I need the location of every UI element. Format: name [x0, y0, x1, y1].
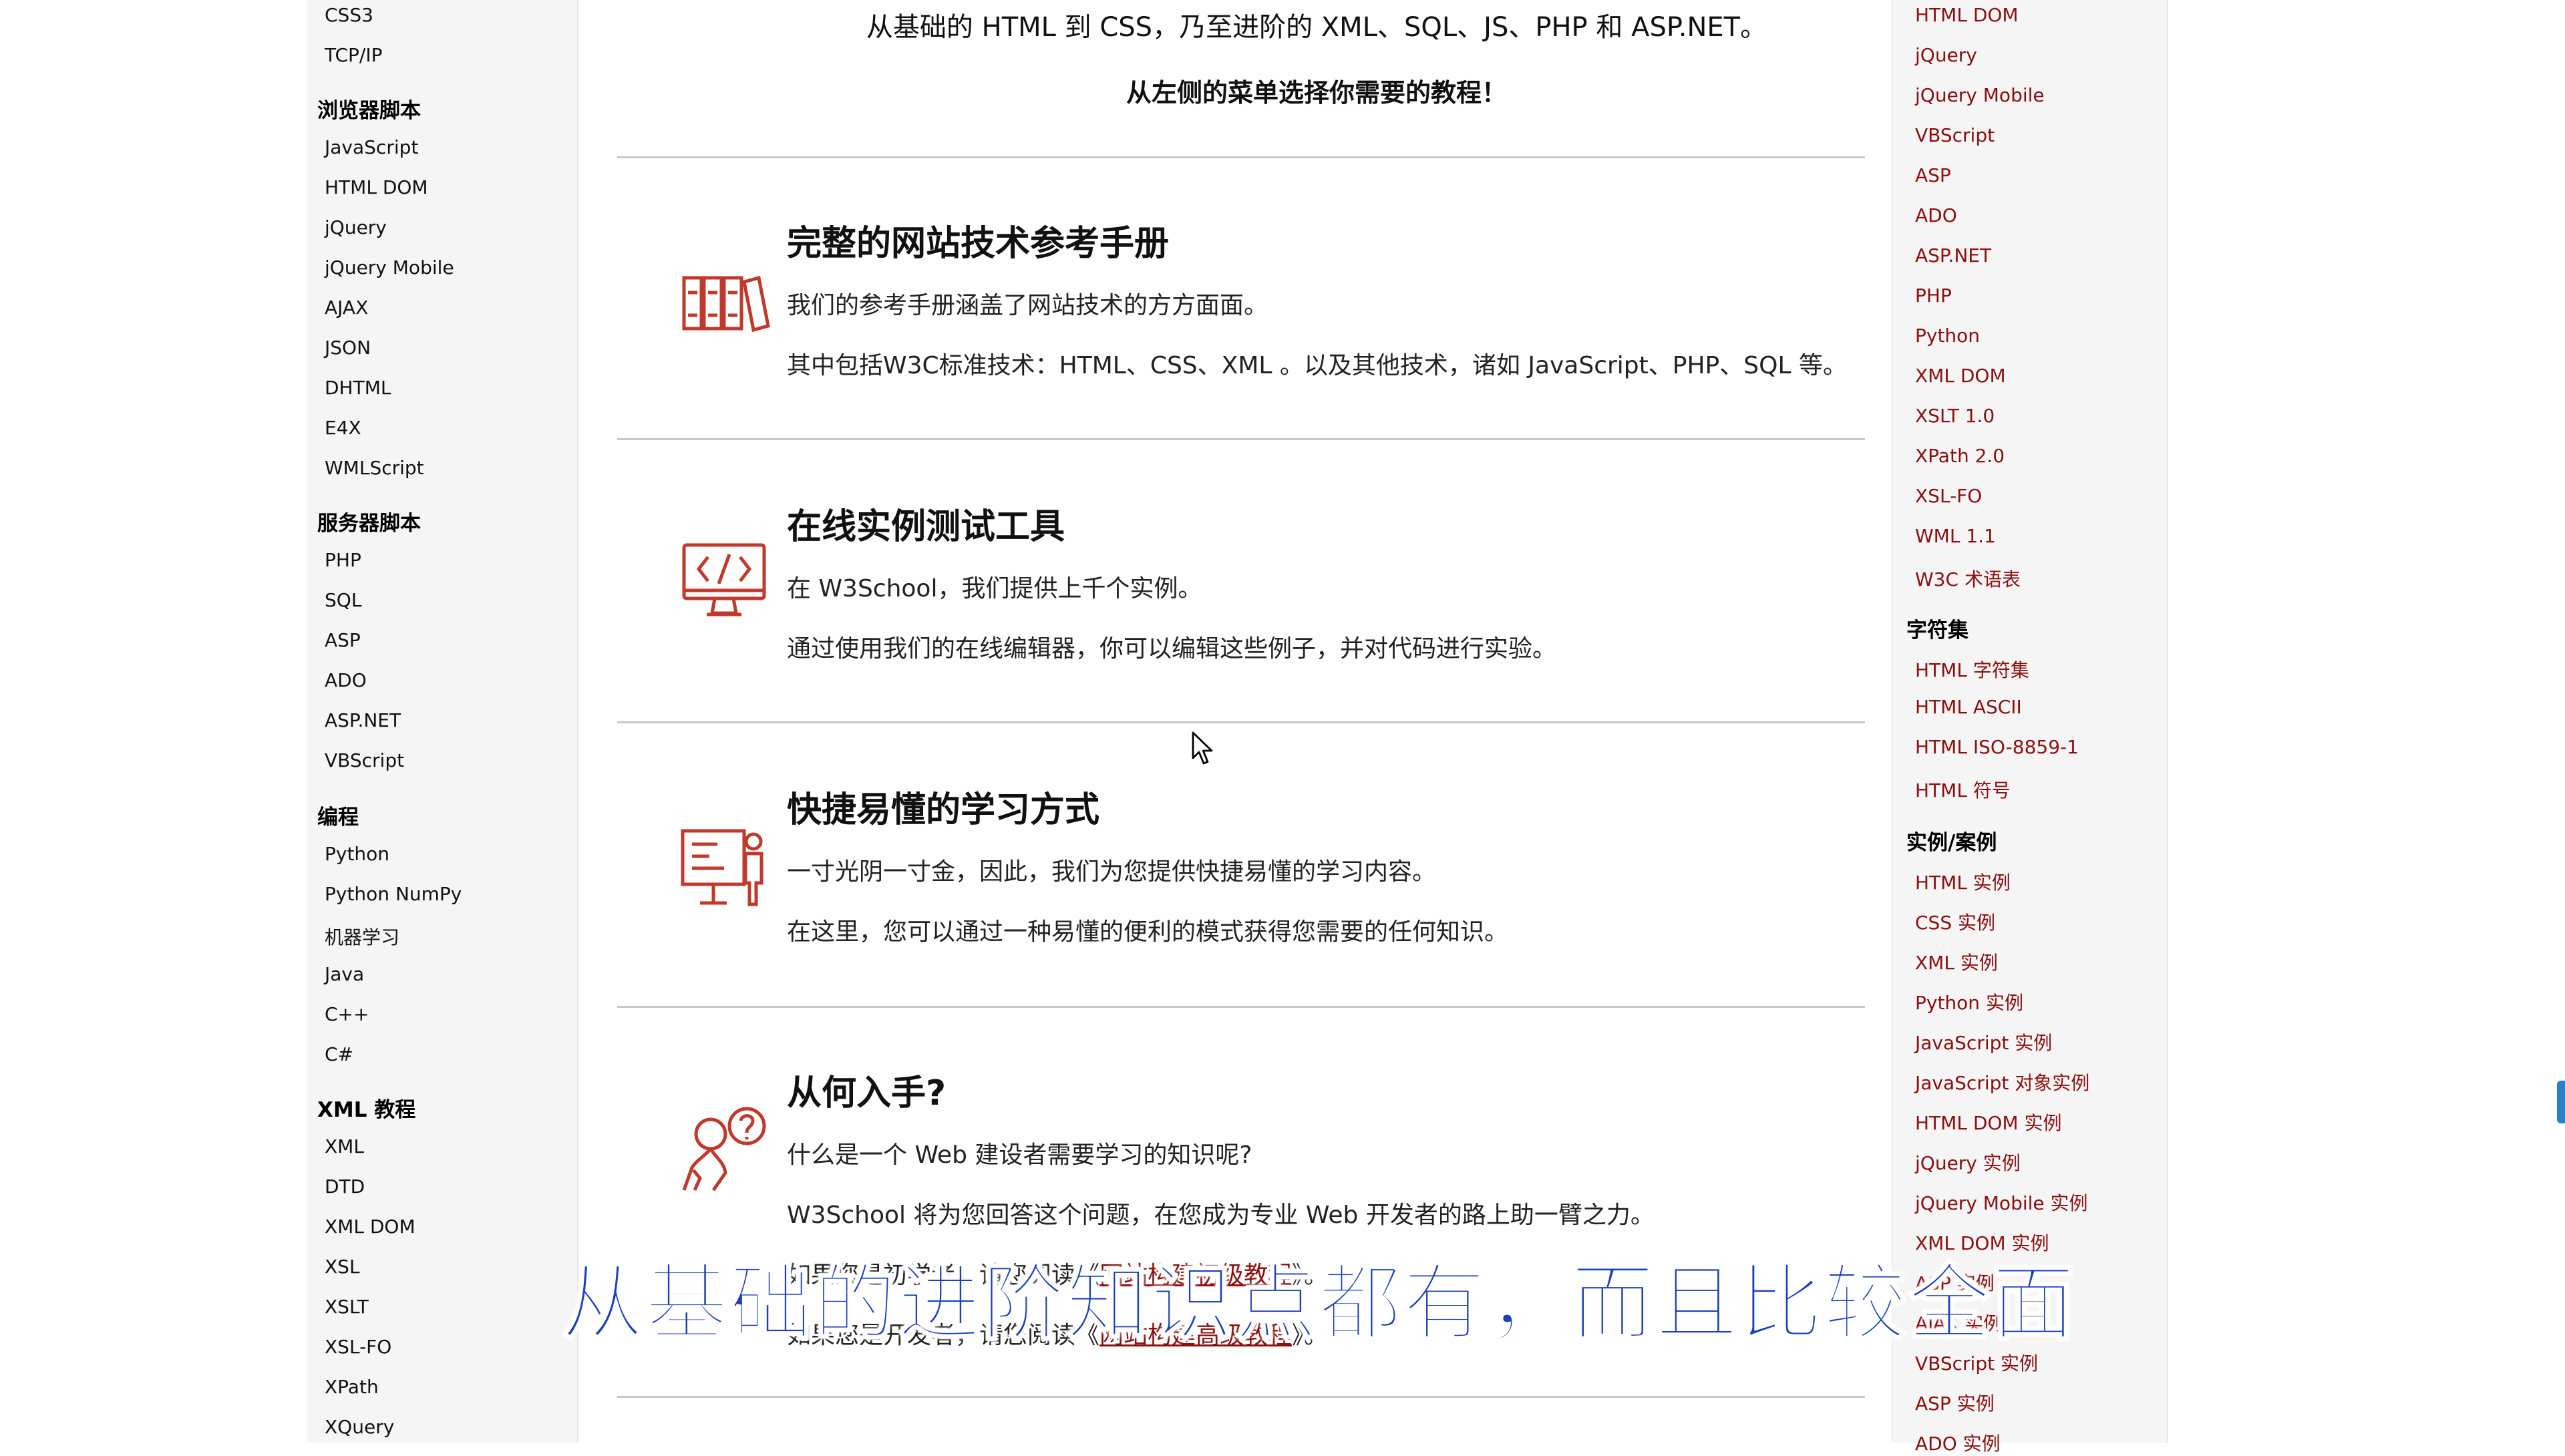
- sidebar-link[interactable]: XML: [325, 1135, 364, 1157]
- section-text: 我们的参考手册涵盖了网站技术的方方面面。: [787, 292, 1268, 319]
- divider: [617, 1396, 1865, 1398]
- sidebar-link[interactable]: JSON: [325, 337, 371, 359]
- sidebar-link[interactable]: jQuery Mobile 实例: [1915, 1189, 2088, 1216]
- divider: [617, 721, 1865, 723]
- sidebar-link[interactable]: XPath 2.0: [1915, 445, 2005, 467]
- sidebar-link[interactable]: HTML DOM: [325, 176, 428, 198]
- main-content: 从基础的 HTML 到 CSS，乃至进阶的 XML、SQL、JS、PHP 和 A…: [577, 0, 1892, 1443]
- books-icon: [682, 275, 770, 333]
- section-title: 在线实例测试工具: [787, 507, 1065, 547]
- sidebar-link[interactable]: ADO: [325, 669, 367, 691]
- sidebar-link[interactable]: HTML ISO-8859-1: [1915, 736, 2079, 758]
- sidebar-link[interactable]: jQuery Mobile: [1915, 84, 2045, 106]
- video-subtitle: 从基础的进阶知识点都有，而且比较全面: [560, 1255, 2077, 1353]
- sidebar-link[interactable]: XSLT 1.0: [1915, 405, 1995, 427]
- sidebar-link[interactable]: WML 1.1: [1915, 525, 1996, 547]
- sidebar-heading: XML 教程: [317, 1098, 416, 1122]
- section-text: 什么是一个 Web 建设者需要学习的知识呢?: [787, 1141, 1252, 1169]
- sidebar-link[interactable]: AJAX: [325, 297, 368, 319]
- sidebar-link[interactable]: XQuery: [325, 1416, 394, 1438]
- divider: [617, 1006, 1865, 1008]
- sidebar-link[interactable]: jQuery: [325, 216, 387, 238]
- sidebar-link[interactable]: XML 实例: [1915, 948, 1998, 975]
- sidebar-link[interactable]: XML DOM: [1915, 365, 2006, 387]
- section-text: W3School 将为您回答这个问题，在您成为专业 Web 开发者的路上助一臂之…: [787, 1202, 1655, 1229]
- section-text: 通过使用我们的在线编辑器，你可以编辑这些例子，并对代码进行实验。: [787, 635, 1557, 663]
- code-monitor-icon: [682, 543, 766, 616]
- sidebar-link[interactable]: 机器学习: [325, 923, 399, 950]
- sidebar-link[interactable]: jQuery 实例: [1915, 1149, 2021, 1175]
- sidebar-link[interactable]: HTML DOM 实例: [1915, 1109, 2061, 1135]
- sidebar-heading: 编程: [317, 805, 359, 830]
- sidebar-link[interactable]: WMLScript: [325, 457, 424, 479]
- sidebar-link[interactable]: DHTML: [325, 377, 391, 399]
- sidebar-link[interactable]: Python 实例: [1915, 988, 2023, 1015]
- sidebar-link[interactable]: ASP: [325, 629, 361, 651]
- right-sidebar: HTML DOM jQuery jQuery Mobile VBScript ASP AD…: [1892, 0, 2168, 1455]
- section-text: 在这里，您可以通过一种易懂的便利的模式获得您需要的任何知识。: [787, 918, 1509, 946]
- sidebar-link[interactable]: CSS3: [325, 4, 373, 26]
- sidebar-link[interactable]: JavaScript 实例: [1915, 1029, 2052, 1055]
- sidebar-link[interactable]: Java: [325, 963, 364, 985]
- sidebar-link[interactable]: Python NumPy: [325, 883, 462, 905]
- sidebar-link[interactable]: ADO 实例: [1915, 1429, 2001, 1456]
- sidebar-link[interactable]: TCP/IP: [325, 44, 382, 66]
- question-person-icon: [682, 1107, 766, 1192]
- sidebar-link[interactable]: ASP 实例: [1915, 1389, 1995, 1416]
- sidebar-link[interactable]: DTD: [325, 1175, 365, 1198]
- sidebar-link[interactable]: HTML 字符集: [1915, 656, 2029, 683]
- sidebar-link[interactable]: C++: [325, 1003, 369, 1025]
- intro-text: 从基础的 HTML 到 CSS，乃至进阶的 XML、SQL、JS、PHP 和 A…: [866, 12, 1767, 43]
- sidebar-link[interactable]: PHP: [325, 549, 361, 571]
- sidebar-link[interactable]: HTML ASCII: [1915, 696, 2022, 718]
- sidebar-link[interactable]: HTML 符号: [1915, 776, 2011, 803]
- sidebar-link[interactable]: ASP.NET: [1915, 244, 1991, 266]
- sidebar-link[interactable]: JavaScript 对象实例: [1915, 1069, 2089, 1095]
- sidebar-link[interactable]: XSL-FO: [325, 1336, 391, 1358]
- sidebar-link[interactable]: Python: [325, 843, 389, 865]
- sidebar-link[interactable]: VBScript: [1915, 124, 1995, 146]
- sidebar-heading: 服务器脚本: [317, 512, 421, 536]
- sidebar-link[interactable]: jQuery: [1915, 44, 1977, 66]
- divider: [617, 438, 1865, 440]
- sidebar-link[interactable]: E4X: [325, 417, 361, 439]
- sidebar-link[interactable]: HTML 实例: [1915, 868, 2011, 895]
- scroll-indicator[interactable]: [2557, 1081, 2565, 1123]
- divider: [617, 156, 1865, 158]
- sidebar-link[interactable]: HTML DOM: [1915, 4, 2019, 26]
- sidebar-link[interactable]: XSLT: [325, 1296, 369, 1318]
- sidebar-link[interactable]: XSL-FO: [1915, 485, 1982, 507]
- section-text: 一寸光阴一寸金，因此，我们为您提供快捷易懂的学习内容。: [787, 858, 1437, 886]
- sidebar-link[interactable]: ASP: [1915, 164, 1951, 186]
- sidebar-link[interactable]: SQL: [325, 589, 361, 611]
- sidebar-link[interactable]: XPath: [325, 1376, 379, 1398]
- sidebar-link[interactable]: W3C 术语表: [1915, 565, 2021, 592]
- sidebar-link[interactable]: PHP: [1915, 285, 1952, 307]
- sidebar-heading: 浏览器脚本: [317, 99, 421, 123]
- left-sidebar: CSS3 TCP/IP 浏览器脚本 JavaScript HTML DOM jQuery j…: [307, 0, 578, 1443]
- sidebar-link[interactable]: ASP.NET: [325, 709, 401, 731]
- sidebar-link[interactable]: CSS 实例: [1915, 908, 1995, 935]
- sidebar-link[interactable]: ADO: [1915, 204, 1957, 226]
- section-text: 其中包括W3C标准技术：HTML、CSS、XML 。以及其他技术，诸如 Java…: [787, 352, 1847, 379]
- sidebar-heading: 字符集: [1906, 618, 1969, 643]
- section-title: 从何入手?: [787, 1073, 947, 1113]
- mouse-cursor-icon: [1192, 731, 1213, 765]
- intro-instruction: 从左侧的菜单选择你需要的教程！: [1126, 78, 1507, 108]
- sidebar-heading: 实例/案例: [1906, 831, 1997, 855]
- sidebar-link[interactable]: C#: [325, 1043, 353, 1065]
- section-title: 完整的网站技术参考手册: [787, 224, 1170, 264]
- sidebar-link[interactable]: XSL: [325, 1256, 360, 1278]
- section-text: 在 W3School，我们提供上千个实例。: [787, 575, 1202, 602]
- sidebar-link[interactable]: VBScript: [325, 749, 404, 771]
- sidebar-link[interactable]: Python: [1915, 325, 1980, 347]
- section-title: 快捷易懂的学习方式: [787, 790, 1100, 830]
- presentation-icon: [681, 829, 763, 906]
- sidebar-link[interactable]: jQuery Mobile: [325, 256, 454, 279]
- sidebar-link[interactable]: JavaScript: [325, 136, 418, 158]
- sidebar-link[interactable]: XML DOM: [325, 1216, 415, 1238]
